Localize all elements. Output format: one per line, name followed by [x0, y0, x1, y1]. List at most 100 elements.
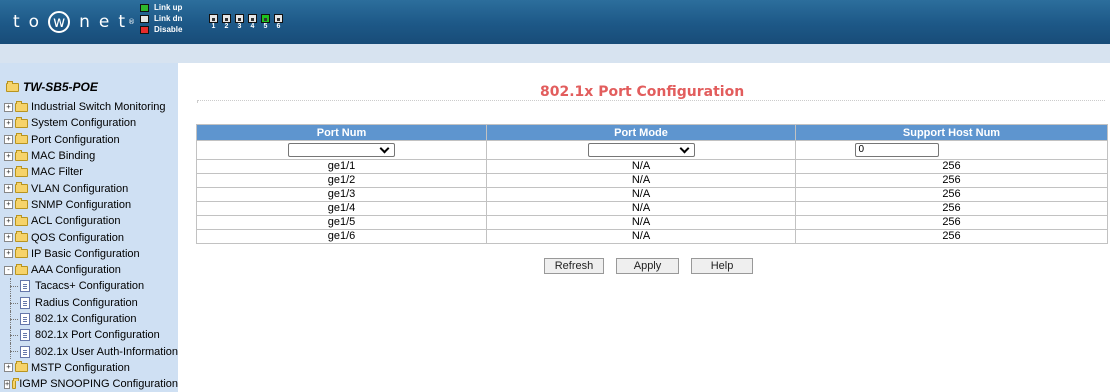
- expand-toggle-icon[interactable]: +: [4, 379, 11, 389]
- expand-toggle-icon[interactable]: +: [4, 167, 13, 177]
- legend-label: Link dn: [154, 14, 183, 23]
- table-cell: 256: [795, 187, 1108, 202]
- port-5[interactable]: 5: [260, 14, 271, 31]
- logo-letter: e: [98, 12, 110, 32]
- expand-toggle-icon[interactable]: +: [4, 363, 13, 373]
- sidebar-item-label: SNMP Configuration: [31, 198, 132, 211]
- sidebar-item-label: 802.1x User Auth-Information: [34, 345, 178, 358]
- col-port-mode: Port Mode: [486, 124, 796, 141]
- expand-toggle-icon[interactable]: -: [4, 265, 13, 275]
- sidebar-item[interactable]: + VLAN Configuration: [0, 180, 178, 196]
- filter-cell: [196, 140, 487, 160]
- table-cell: ge1/3: [196, 187, 487, 202]
- ethernet-port-icon: [235, 14, 244, 23]
- sidebar-item[interactable]: + Industrial Switch Monitoring: [0, 99, 178, 115]
- apply-button[interactable]: Apply: [616, 258, 679, 274]
- table-cell: N/A: [486, 215, 796, 230]
- header-divider-bar: [0, 44, 1110, 63]
- table-row: ge1/4 N/A 256: [196, 201, 1108, 216]
- legend-label: Link up: [154, 3, 183, 12]
- expand-toggle-icon[interactable]: +: [4, 184, 13, 194]
- folder-icon: [15, 247, 28, 259]
- folder-icon: [15, 198, 28, 210]
- disable-swatch: [140, 25, 149, 34]
- sidebar-item[interactable]: + IGMP SNOOPING Configuration: [0, 376, 178, 392]
- folder-open-icon: [6, 80, 19, 92]
- port-num-select[interactable]: [288, 143, 395, 157]
- port-number: 6: [276, 23, 281, 30]
- page-title: 802.1x Port Configuration: [540, 84, 745, 100]
- support-host-num-input[interactable]: 0: [854, 143, 939, 157]
- sidebar-item[interactable]: + MAC Filter: [0, 164, 178, 180]
- action-buttons: Refresh Apply Help: [544, 258, 765, 274]
- document-icon: [20, 345, 30, 358]
- folder-icon: [15, 214, 28, 226]
- port-mode-select[interactable]: [587, 143, 695, 157]
- link-up-swatch: [140, 3, 149, 12]
- sidebar-item-label: IP Basic Configuration: [31, 247, 140, 260]
- port-config-table: Port Num Port Mode Support Host Num 0 ge…: [196, 124, 1108, 244]
- sidebar-item-label: 802.1x Port Configuration: [35, 329, 160, 342]
- table-cell: 256: [795, 215, 1108, 230]
- sidebar-item-label: VLAN Configuration: [31, 182, 129, 195]
- port-number: 1: [211, 23, 216, 30]
- port-6[interactable]: 6: [273, 14, 284, 31]
- port-3[interactable]: 3: [234, 14, 245, 31]
- expand-toggle-icon[interactable]: +: [4, 233, 13, 243]
- sidebar-item[interactable]: 802.1x Port Configuration: [0, 327, 178, 344]
- expand-toggle-icon[interactable]: +: [4, 102, 13, 112]
- registered-mark: ®: [128, 18, 135, 26]
- folder-icon: [15, 133, 28, 145]
- legend-link-down: Link dn: [140, 13, 182, 24]
- sidebar-item[interactable]: + SNMP Configuration: [0, 197, 178, 213]
- document-icon: [20, 313, 30, 325]
- port-1[interactable]: 1: [208, 14, 219, 31]
- ethernet-port-icon: [274, 14, 283, 23]
- folder-icon: [15, 165, 28, 177]
- sidebar-item-label: System Configuration: [31, 117, 137, 130]
- sidebar-item[interactable]: + Port Configuration: [0, 132, 178, 148]
- table-header-row: Port Num Port Mode Support Host Num: [196, 124, 1108, 141]
- expand-toggle-icon[interactable]: +: [4, 118, 13, 128]
- expand-toggle-icon[interactable]: +: [4, 200, 13, 210]
- table-cell: N/A: [486, 159, 796, 174]
- sidebar-item[interactable]: + System Configuration: [0, 115, 178, 131]
- ethernet-port-icon: [261, 14, 270, 23]
- table-cell: N/A: [486, 187, 796, 202]
- port-number: 3: [237, 23, 242, 30]
- sidebar-item[interactable]: + QOS Configuration: [0, 229, 178, 245]
- folder-icon: [15, 100, 28, 112]
- expand-toggle-icon[interactable]: +: [4, 249, 13, 259]
- sidebar-item[interactable]: + ACL Configuration: [0, 213, 178, 229]
- sidebar-item-label: MAC Binding: [31, 150, 96, 163]
- port-number: 4: [250, 23, 255, 30]
- refresh-button[interactable]: Refresh: [544, 258, 604, 274]
- device-root[interactable]: TW-SB5-POE: [6, 80, 98, 94]
- sidebar-item[interactable]: + MSTP Configuration: [0, 360, 178, 376]
- table-cell: 256: [795, 229, 1108, 244]
- sidebar-nav: TW-SB5-POE + Industrial Switch Monitoring…: [0, 63, 178, 392]
- table-row: ge1/1 N/A 256: [196, 159, 1108, 174]
- sidebar-item[interactable]: Radius Configuration: [0, 294, 178, 311]
- expand-toggle-icon[interactable]: +: [4, 151, 13, 161]
- expand-toggle-icon[interactable]: +: [4, 135, 13, 145]
- table-row: ge1/5 N/A 256: [196, 215, 1108, 230]
- sidebar-item[interactable]: 802.1x Configuration: [0, 310, 178, 328]
- sidebar-item[interactable]: + MAC Binding: [0, 148, 178, 164]
- table-cell: ge1/4: [196, 201, 487, 216]
- sidebar-item[interactable]: 802.1x User Auth-Information: [0, 343, 178, 360]
- sidebar-item[interactable]: - AAA Configuration: [0, 262, 178, 278]
- folder-icon: [12, 377, 20, 389]
- sidebar-item-label: Industrial Switch Monitoring: [31, 101, 166, 114]
- sidebar-item[interactable]: + IP Basic Configuration: [0, 246, 178, 262]
- folder-icon: [15, 263, 28, 275]
- filter-cell: 0: [795, 140, 1108, 160]
- logo-letter: t: [118, 12, 125, 32]
- expand-toggle-icon[interactable]: +: [4, 216, 13, 226]
- sidebar-item[interactable]: Tacacs+ Configuration: [0, 278, 178, 295]
- logo-letter: t: [13, 12, 20, 32]
- folder-icon: [15, 361, 28, 373]
- port-4[interactable]: 4: [247, 14, 258, 31]
- help-button[interactable]: Help: [691, 258, 753, 274]
- port-2[interactable]: 2: [221, 14, 232, 31]
